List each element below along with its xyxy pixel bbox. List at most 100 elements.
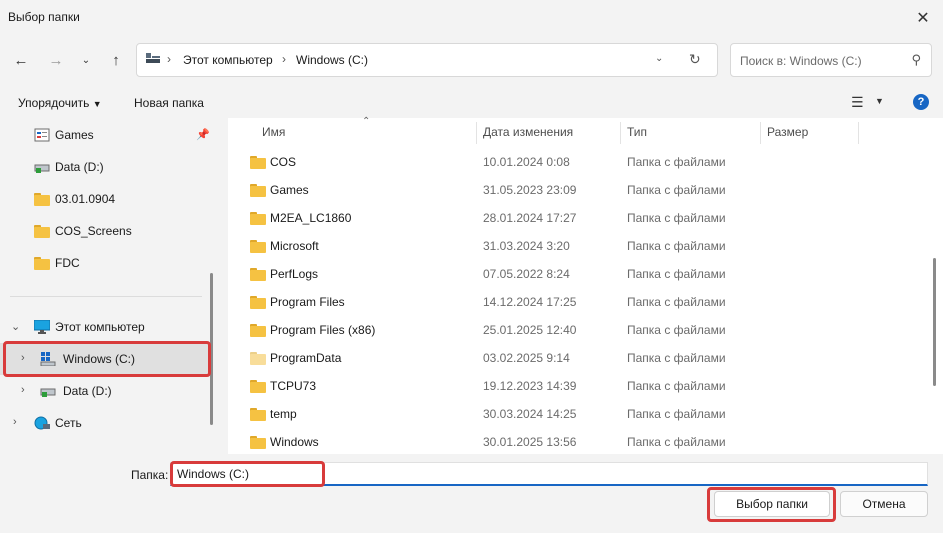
file-type: Папка с файлами: [627, 211, 726, 225]
command-bar: Упорядочить ▼ Новая папка ☰ ▼ ?: [0, 84, 943, 118]
chevron-down-icon: ⌄: [81, 54, 91, 66]
cancel-button[interactable]: Отмена: [840, 491, 928, 517]
sidebar-item-drive-d[interactable]: › Data (D:): [0, 375, 212, 407]
games-icon: [34, 128, 50, 142]
table-row[interactable]: Games 31.05.2023 23:09 Папка с файлами: [228, 176, 928, 204]
drive-icon: [40, 388, 56, 397]
back-button[interactable]: ←: [11, 50, 31, 70]
search-icon: ⚲: [911, 52, 921, 67]
address-dropdown-icon[interactable]: ⌄: [655, 53, 663, 64]
column-divider[interactable]: [760, 122, 761, 144]
folder-icon: [250, 212, 266, 225]
file-date: 14.12.2024 17:25: [483, 295, 577, 309]
chevron-down-icon[interactable]: ⌄: [11, 320, 20, 333]
sidebar-item-data-d[interactable]: Data (D:): [0, 151, 212, 183]
chevron-right-icon: ›: [167, 52, 171, 66]
table-row[interactable]: Program Files (x86) 25.01.2025 12:40 Пап…: [228, 316, 928, 344]
file-list-scrollbar[interactable]: [933, 258, 936, 386]
file-type: Папка с файлами: [627, 295, 726, 309]
sidebar-item-label: Data (D:): [63, 384, 112, 398]
arrow-left-icon: ←: [13, 51, 29, 69]
table-row[interactable]: Microsoft 31.03.2024 3:20 Папка с файлам…: [228, 232, 928, 260]
network-icon: [34, 416, 50, 430]
file-name: TCPU73: [270, 379, 317, 393]
sidebar-item-folder[interactable]: 03.01.0904: [0, 183, 212, 215]
folder-icon: [250, 436, 266, 449]
file-name: Microsoft: [270, 239, 319, 253]
folder-icon: [250, 408, 266, 421]
file-date: 07.05.2022 8:24: [483, 267, 570, 281]
table-row[interactable]: Program Files 14.12.2024 17:25 Папка с ф…: [228, 288, 928, 316]
sidebar-item-folder[interactable]: COS_Screens: [0, 215, 212, 247]
table-row[interactable]: COS 10.01.2024 0:08 Папка с файлами: [228, 148, 928, 176]
hidden-folder-icon: [250, 352, 266, 365]
forward-button[interactable]: →: [46, 50, 66, 70]
folder-icon: [250, 380, 266, 393]
nav-scrollbar[interactable]: [210, 273, 213, 425]
file-date: 31.03.2024 3:20: [483, 239, 570, 253]
caret-down-icon: ▼: [92, 99, 102, 109]
file-name: temp: [270, 407, 297, 421]
column-divider[interactable]: [620, 122, 621, 144]
caret-down-icon[interactable]: ▼: [875, 96, 884, 106]
breadcrumb-drive-c[interactable]: Windows (C:): [296, 53, 368, 67]
folder-icon: [34, 257, 50, 270]
column-header-date[interactable]: Дата изменения: [483, 118, 573, 146]
recent-locations-button[interactable]: ⌄: [76, 50, 96, 70]
table-row[interactable]: ProgramData 03.02.2025 9:14 Папка с файл…: [228, 344, 928, 372]
file-date: 31.05.2023 23:09: [483, 183, 577, 197]
help-icon[interactable]: ?: [913, 94, 929, 110]
refresh-icon[interactable]: ↻: [689, 51, 701, 68]
table-row[interactable]: M2EA_LC1860 28.01.2024 17:27 Папка с фай…: [228, 204, 928, 232]
table-row[interactable]: PerfLogs 07.05.2022 8:24 Папка с файлами: [228, 260, 928, 288]
folder-icon: [34, 193, 50, 206]
up-button[interactable]: ↑: [106, 50, 126, 70]
select-folder-label: Выбор папки: [736, 497, 808, 511]
folder-icon: [250, 296, 266, 309]
file-name: Program Files: [270, 295, 345, 309]
chevron-right-icon[interactable]: ›: [21, 384, 25, 396]
file-type: Папка с файлами: [627, 155, 726, 169]
file-date: 30.01.2025 13:56: [483, 435, 577, 449]
sidebar-item-label: Games: [55, 128, 94, 142]
file-name: COS: [270, 155, 297, 169]
close-button[interactable]: ✕: [903, 0, 943, 36]
table-row[interactable]: Windows 30.01.2025 13:56 Папка с файлами: [228, 428, 928, 456]
chevron-right-icon: ›: [282, 52, 286, 66]
sidebar-item-network[interactable]: › Сеть: [0, 407, 212, 439]
view-options-icon[interactable]: ☰: [851, 94, 864, 111]
file-type: Папка с файлами: [627, 267, 726, 281]
sidebar-item-drive-c[interactable]: › Windows (C:): [0, 343, 212, 375]
file-name: PerfLogs: [270, 267, 319, 281]
select-folder-button[interactable]: Выбор папки: [714, 491, 830, 517]
file-name: Games: [270, 183, 309, 197]
dialog-footer: Папка: Windows (C:) Выбор папки Отмена: [0, 454, 943, 533]
search-box[interactable]: Поиск в: Windows (C:) ⚲: [730, 43, 932, 77]
file-date: 25.01.2025 12:40: [483, 323, 577, 337]
column-divider[interactable]: [476, 122, 477, 144]
chevron-right-icon[interactable]: ›: [13, 416, 17, 428]
organize-button[interactable]: Упорядочить ▼: [18, 96, 102, 110]
address-bar[interactable]: › Этот компьютер › Windows (C:) ⌄ ↻: [136, 43, 718, 77]
sidebar-item-label: 03.01.0904: [55, 192, 116, 206]
breadcrumb-this-pc[interactable]: Этот компьютер: [183, 53, 273, 67]
column-header-name[interactable]: Имя: [262, 118, 285, 146]
sidebar-item-folder[interactable]: FDC: [0, 247, 212, 279]
table-row[interactable]: TCPU73 19.12.2023 14:39 Папка с файлами: [228, 372, 928, 400]
table-row[interactable]: temp 30.03.2024 14:25 Папка с файлами: [228, 400, 928, 428]
column-divider[interactable]: [858, 122, 859, 144]
window-title: Выбор папки: [8, 10, 80, 24]
search-placeholder: Поиск в: Windows (C:): [740, 54, 862, 68]
column-header-size[interactable]: Размер: [767, 118, 808, 146]
new-folder-button[interactable]: Новая папка: [134, 96, 204, 110]
file-date: 28.01.2024 17:27: [483, 211, 577, 225]
chevron-right-icon[interactable]: ›: [21, 352, 25, 364]
sidebar-item-this-pc[interactable]: ⌄ Этот компьютер: [0, 311, 212, 343]
sidebar-item-games[interactable]: Games 📌: [0, 119, 212, 151]
folder-name-input[interactable]: Windows (C:): [170, 462, 928, 486]
computer-icon: [146, 53, 160, 63]
column-header-type[interactable]: Тип: [627, 118, 647, 146]
title-bar: Выбор папки ✕: [0, 0, 943, 36]
pin-icon[interactable]: 📌: [196, 128, 210, 141]
sidebar-item-label: Этот компьютер: [55, 320, 145, 334]
